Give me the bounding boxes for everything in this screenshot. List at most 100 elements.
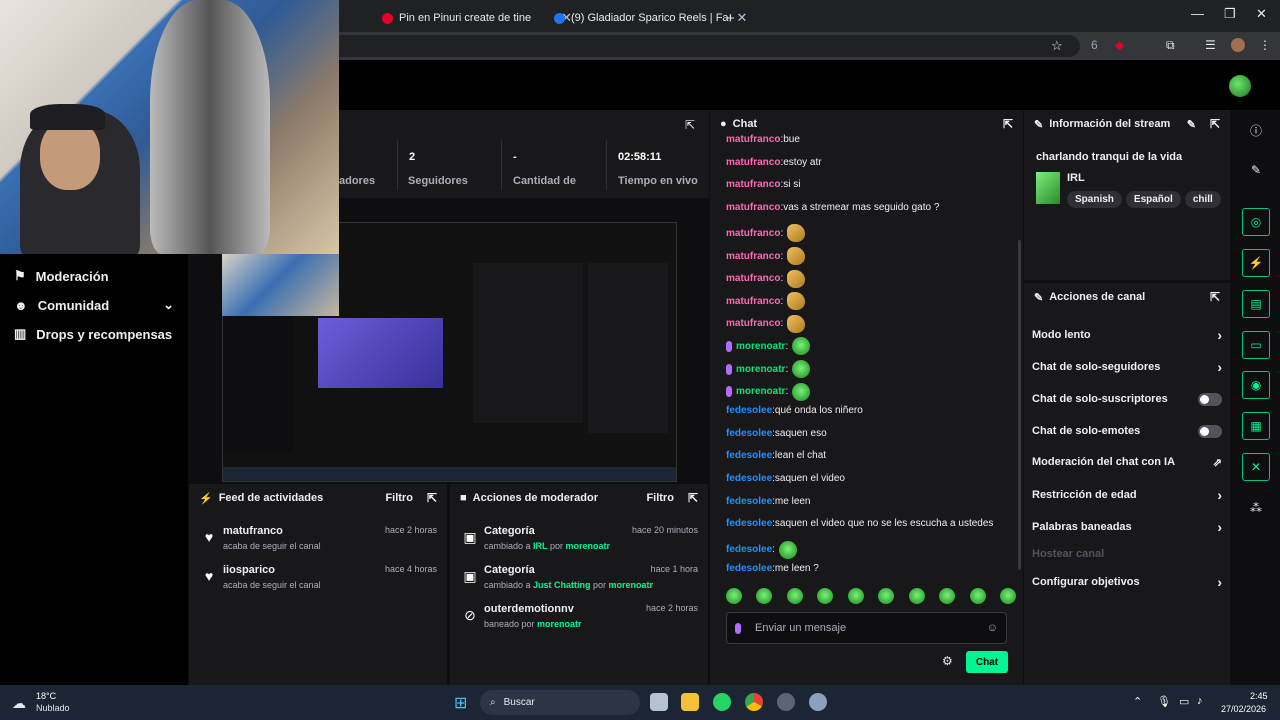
filter-button[interactable]: Filtro: [646, 492, 674, 504]
app-icon[interactable]: [777, 693, 795, 711]
channel-action-item[interactable]: Chat de solo-suscriptores: [1032, 388, 1222, 410]
chat-username[interactable]: morenoatr: [736, 386, 785, 397]
toggle-switch[interactable]: [1198, 424, 1222, 438]
clock-date[interactable]: 27/02/2026: [1221, 704, 1266, 714]
popout-icon[interactable]: ⇱: [685, 118, 695, 132]
chevron-up-icon[interactable]: ⌃: [1133, 695, 1142, 708]
tag[interactable]: Spanish: [1067, 191, 1122, 208]
minimize-icon[interactable]: —: [1191, 6, 1204, 21]
chat-username[interactable]: fedesolee: [726, 496, 772, 507]
chat-username[interactable]: matufranco: [726, 273, 780, 284]
chat-username[interactable]: morenoatr: [736, 364, 785, 375]
emoji-icon[interactable]: ☺: [987, 622, 998, 634]
taskbar-search[interactable]: ⌕ Buscar: [480, 690, 640, 715]
popout-icon[interactable]: ⇱: [427, 491, 437, 505]
windows-start-icon[interactable]: ⊞: [454, 693, 467, 713]
settings-icon[interactable]: [809, 693, 827, 711]
chat-username[interactable]: matufranco: [726, 296, 780, 307]
chat-username[interactable]: fedesolee: [726, 563, 772, 574]
chat-username[interactable]: matufranco: [726, 318, 780, 329]
extension-badge[interactable]: 6: [1091, 38, 1098, 52]
lightning-icon[interactable]: ⚡: [1242, 249, 1270, 277]
task-view-icon[interactable]: [650, 693, 668, 711]
chat-username[interactable]: fedesolee: [726, 473, 772, 484]
emote-icon[interactable]: [969, 588, 986, 604]
chrome-icon[interactable]: [745, 693, 763, 711]
popout-icon[interactable]: ⇱: [1003, 117, 1013, 131]
popout-icon[interactable]: ⇱: [1210, 117, 1220, 131]
action-name[interactable]: outerdemotionnv: [484, 603, 574, 615]
feed-user[interactable]: matufranco: [223, 525, 283, 537]
channel-action-item[interactable]: Moderación del chat con IA ⇗: [1032, 451, 1222, 473]
new-tab-button[interactable]: +: [726, 4, 735, 32]
chat-username[interactable]: morenoatr: [736, 341, 785, 352]
address-input[interactable]: [300, 35, 1080, 57]
profile-globe-icon[interactable]: [1229, 75, 1251, 97]
pencil-icon[interactable]: ✎: [1242, 156, 1270, 184]
chat-username[interactable]: matufranco: [726, 157, 780, 168]
channel-action-item[interactable]: Chat de solo-emotes: [1032, 420, 1222, 442]
popout-icon[interactable]: ⇱: [688, 491, 698, 505]
document-icon[interactable]: ▤: [1242, 290, 1270, 318]
network-icon[interactable]: ▭: [1179, 695, 1189, 708]
chat-username[interactable]: matufranco: [726, 134, 780, 145]
star-icon[interactable]: ☆: [1051, 38, 1063, 54]
toggle-switch[interactable]: [1198, 392, 1222, 406]
popout-icon[interactable]: ⇱: [1210, 290, 1220, 304]
sidebar-item-community[interactable]: ☻ Comunidad ⌄: [14, 297, 174, 313]
media-icon[interactable]: ☰: [1205, 38, 1216, 52]
close-window-icon[interactable]: ✕: [1256, 6, 1267, 22]
channel-action-item[interactable]: Restricción de edad ›: [1032, 484, 1222, 506]
whatsapp-icon[interactable]: [713, 693, 731, 711]
kebab-menu-icon[interactable]: ⋮: [1259, 38, 1271, 52]
chat-username[interactable]: fedesolee: [726, 428, 772, 439]
emote-icon[interactable]: [999, 588, 1016, 604]
channel-action-item[interactable]: Chat de solo-seguidores ›: [1032, 356, 1222, 378]
clock-time[interactable]: 2:45: [1250, 691, 1268, 701]
channel-action-item[interactable]: Configurar objetivos ›: [1032, 571, 1222, 593]
emote-icon[interactable]: [786, 588, 803, 604]
browser-tab[interactable]: (9) Gladiador Sparico Reels | Fa ✕: [554, 4, 747, 32]
broadcast-icon[interactable]: ◉: [1242, 371, 1270, 399]
chat-username[interactable]: fedesolee: [726, 518, 772, 529]
wrench-icon[interactable]: ✕: [1242, 453, 1270, 481]
extension-icon[interactable]: ◆: [1115, 38, 1124, 52]
emote-icon[interactable]: [878, 588, 895, 604]
tag[interactable]: chill: [1184, 191, 1221, 208]
apps-icon[interactable]: ⁂: [1242, 494, 1270, 522]
profile-avatar[interactable]: [1231, 38, 1245, 52]
chat-username[interactable]: matufranco: [726, 228, 780, 239]
chat-username[interactable]: matufranco: [726, 251, 780, 262]
file-explorer-icon[interactable]: [681, 693, 699, 711]
edit-icon[interactable]: ✎: [1187, 118, 1196, 131]
gear-icon[interactable]: ⚙: [942, 654, 953, 668]
browser-tab[interactable]: Pin en Pinuri create de tine ✕: [382, 4, 572, 32]
chat-icon[interactable]: ▭: [1242, 331, 1270, 359]
puzzle-icon[interactable]: ⧉: [1166, 38, 1175, 53]
layout-icon[interactable]: ▦: [1242, 412, 1270, 440]
feed-user[interactable]: iiosparico: [223, 564, 275, 576]
microphone-icon[interactable]: 🎙: [1157, 695, 1171, 708]
chat-input[interactable]: Enviar un mensaje ☺: [726, 612, 1007, 644]
chat-scrollbar[interactable]: [1018, 240, 1021, 570]
chat-send-button[interactable]: Chat: [966, 651, 1008, 673]
close-tab-icon[interactable]: ✕: [737, 10, 748, 26]
chat-username[interactable]: matufranco: [726, 179, 780, 190]
emote-icon[interactable]: [847, 588, 864, 604]
chat-username[interactable]: fedesolee: [726, 405, 772, 416]
chat-username[interactable]: matufranco: [726, 202, 780, 213]
info-icon[interactable]: ⓘ: [1242, 116, 1270, 144]
filter-button[interactable]: Filtro: [385, 492, 413, 504]
chat-username[interactable]: fedesolee: [726, 450, 772, 461]
volume-icon[interactable]: ♪: [1197, 695, 1203, 707]
channel-action-item[interactable]: Palabras baneadas ›: [1032, 516, 1222, 538]
sidebar-item-drops[interactable]: ▥ Drops y recompensas: [14, 326, 172, 342]
tag[interactable]: Español: [1125, 191, 1181, 208]
emote-icon[interactable]: [756, 588, 773, 604]
camera-icon[interactable]: ◎: [1242, 208, 1270, 236]
channel-action-item[interactable]: Modo lento ›: [1032, 324, 1222, 346]
emote-icon[interactable]: [726, 588, 742, 604]
sidebar-item-moderation[interactable]: ⚑ Moderación: [14, 268, 109, 284]
chat-username[interactable]: fedesolee: [726, 544, 772, 555]
maximize-icon[interactable]: ❐: [1224, 6, 1236, 22]
